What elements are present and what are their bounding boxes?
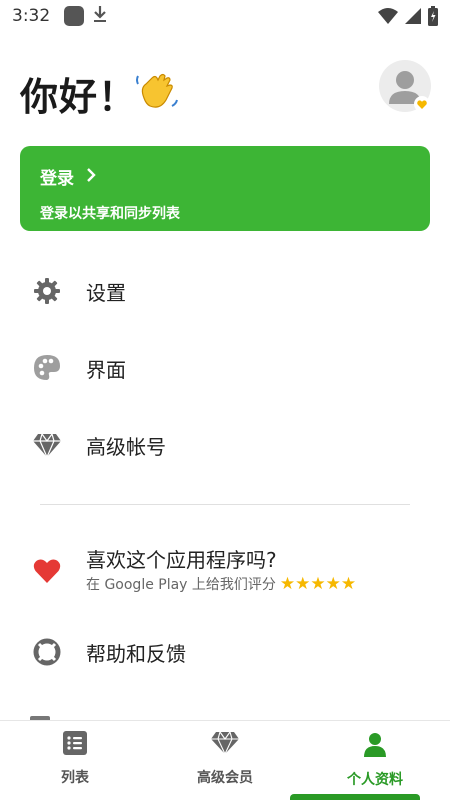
divider [40,504,410,505]
menu-item-rate-app[interactable]: 喜欢这个应用程序吗? 在 Google Play 上给我们评分 ★★★★★ [0,540,450,604]
tab-profile-label: 个人资料 [347,772,403,788]
rate-app-title: 喜欢这个应用程序吗? [86,548,277,572]
notification-icon [64,6,85,26]
battery-icon [428,6,438,30]
menu-label-help: 帮助和反馈 [86,641,186,666]
signal-icon [404,7,422,29]
login-subtitle: 登录以共享和同步列表 [40,206,180,222]
login-card[interactable]: 登录 登录以共享和同步列表 [20,146,430,231]
greeting-title: 你好！ [20,75,138,119]
lifebuoy-icon [32,637,62,667]
download-icon [92,4,108,28]
diamond-icon [210,731,240,759]
menu-label-interface: 界面 [86,357,126,382]
rate-app-subtitle-row: 在 Google Play 上给我们评分 ★★★★★ [86,574,356,594]
person-icon [362,731,388,761]
tab-profile[interactable]: 个人资料 [300,721,450,800]
rate-app-subtitle: 在 Google Play 上给我们评分 [86,577,276,593]
tab-list[interactable]: 列表 [0,721,150,800]
list-icon [63,731,87,759]
gear-icon [32,276,62,306]
tab-premium-label: 高级会员 [197,770,253,786]
menu-item-help[interactable]: 帮助和反馈 [0,622,450,682]
tab-list-label: 列表 [61,770,89,786]
waving-hand-icon [134,66,180,116]
menu-label-settings: 设置 [86,280,126,305]
menu-label-premium-account: 高级帐号 [86,434,166,459]
login-title: 登录 [40,169,74,189]
active-tab-indicator [290,794,420,800]
heart-icon [32,556,62,586]
rating-stars: ★★★★★ [279,574,357,594]
premium-heart-badge [414,96,430,112]
tab-premium[interactable]: 高级会员 [150,721,300,800]
status-icons [378,6,438,30]
palette-icon [32,353,62,383]
status-time: 3:32 [12,6,51,26]
chevron-right-icon [86,167,96,186]
menu-item-interface[interactable]: 界面 [0,338,450,398]
bottom-nav: 列表 高级会员 个人资料 [0,720,450,800]
diamond-icon [32,430,62,460]
menu-item-settings[interactable]: 设置 [0,261,450,321]
menu-item-premium-account[interactable]: 高级帐号 [0,415,450,475]
status-bar: 3:32 [0,0,450,32]
wifi-icon [378,7,398,29]
